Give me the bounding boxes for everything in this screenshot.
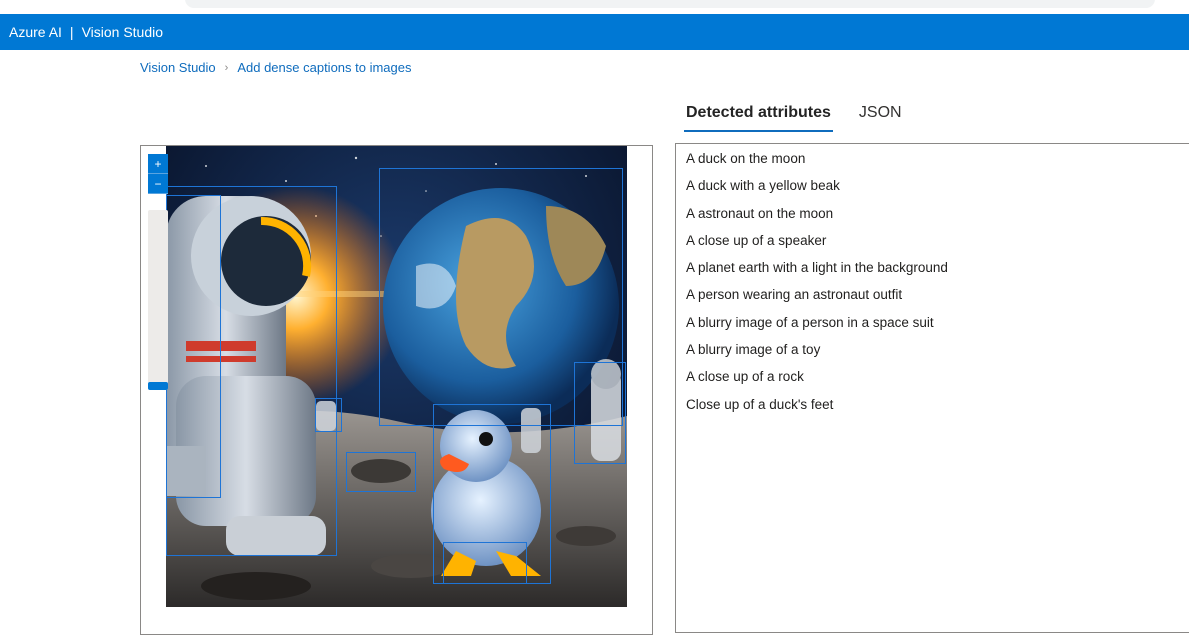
list-item[interactable]: A close up of a rock xyxy=(686,366,1184,393)
list-item[interactable]: A blurry image of a person in a space su… xyxy=(686,312,1184,339)
browser-strip xyxy=(0,0,1189,14)
bbox-blurry-toy[interactable] xyxy=(315,398,342,432)
attributes-list: A duck on the moon A duck with a yellow … xyxy=(675,143,1189,633)
tab-json[interactable]: JSON xyxy=(857,100,904,132)
brand-separator: | xyxy=(69,24,74,40)
zoom-slider[interactable] xyxy=(148,210,168,390)
breadcrumb-root-link[interactable]: Vision Studio xyxy=(140,60,216,75)
list-item[interactable]: A close up of a speaker xyxy=(686,230,1184,257)
list-item[interactable]: Close up of a duck's feet xyxy=(686,394,1184,421)
breadcrumb: Vision Studio › Add dense captions to im… xyxy=(140,60,412,75)
plus-icon[interactable]: + xyxy=(148,154,168,174)
brand-label[interactable]: Azure AI xyxy=(9,24,62,40)
list-item[interactable]: A person wearing an astronaut outfit xyxy=(686,284,1184,311)
top-bar: Azure AI | Vision Studio xyxy=(0,14,1189,50)
list-item[interactable]: A duck on the moon xyxy=(686,148,1184,175)
list-item[interactable]: A planet earth with a light in the backg… xyxy=(686,257,1184,284)
address-bar[interactable] xyxy=(185,0,1155,8)
tab-detected-attributes[interactable]: Detected attributes xyxy=(684,100,833,132)
bbox-duck-feet[interactable] xyxy=(443,542,527,584)
list-item[interactable]: A blurry image of a toy xyxy=(686,339,1184,366)
zoom-slider-thumb[interactable] xyxy=(148,382,168,390)
bbox-blurry-space-suit[interactable] xyxy=(574,362,626,464)
chevron-right-icon: › xyxy=(224,61,229,74)
result-tabs: Detected attributes JSON xyxy=(684,100,904,132)
list-item[interactable]: A astronaut on the moon xyxy=(686,203,1184,230)
bbox-rock[interactable] xyxy=(346,452,416,492)
product-label[interactable]: Vision Studio xyxy=(82,24,163,40)
minus-icon[interactable]: − xyxy=(148,174,168,194)
breadcrumb-current-link[interactable]: Add dense captions to images xyxy=(237,60,411,75)
bbox-speaker[interactable] xyxy=(166,195,221,498)
zoom-control: + − xyxy=(148,154,168,390)
list-item[interactable]: A duck with a yellow beak xyxy=(686,175,1184,202)
